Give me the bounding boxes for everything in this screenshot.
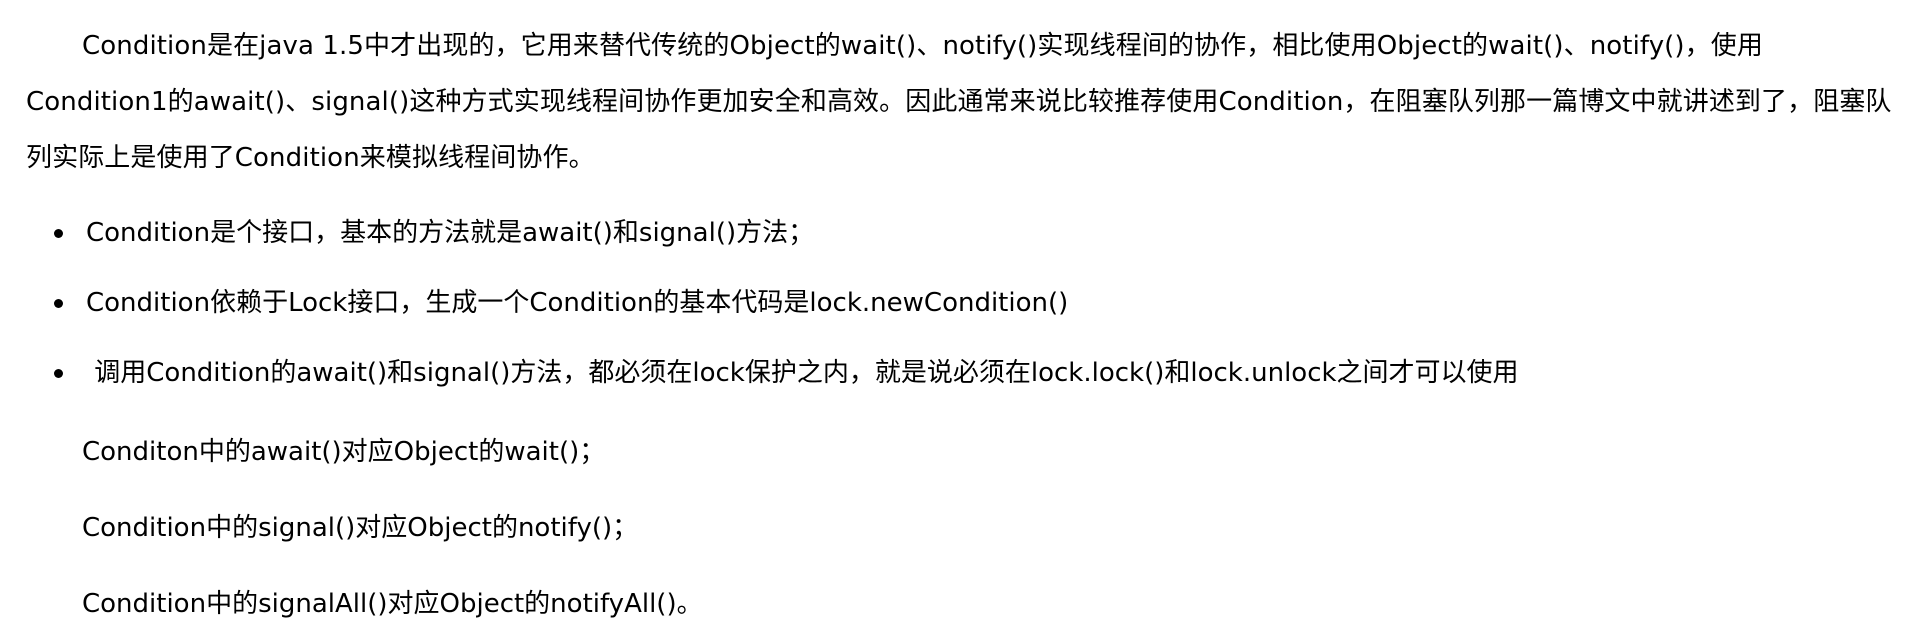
article-body: Condition是在java 1.5中才出现的，它用来替代传统的Object的…	[0, 0, 1916, 619]
mapping-line: Condition中的signalAll()对应Object的notifyAll…	[82, 589, 703, 619]
bullet-dot-icon	[54, 299, 63, 308]
bullet-text: 调用Condition的await()和signal()方法，都必须在lock保…	[86, 358, 1519, 388]
mapping-line: Condition中的signal()对应Object的notify()；	[82, 513, 639, 543]
bullet-list: Condition是个接口，基本的方法就是await()和signal()方法；…	[26, 198, 1896, 408]
intro-paragraph: Condition是在java 1.5中才出现的，它用来替代传统的Object的…	[26, 31, 1892, 173]
bullet-item: Condition依赖于Lock接口，生成一个Condition的基本代码是lo…	[26, 268, 1896, 338]
mapping-line: Conditon中的await()对应Object的wait()；	[82, 437, 606, 467]
bullet-dot-icon	[54, 369, 63, 378]
bullet-text: Condition依赖于Lock接口，生成一个Condition的基本代码是lo…	[86, 288, 1069, 318]
method-mapping-list: Conditon中的await()对应Object的wait()； Condit…	[26, 414, 1896, 642]
bullet-text: Condition是个接口，基本的方法就是await()和signal()方法；	[86, 218, 815, 248]
bullet-item: 调用Condition的await()和signal()方法，都必须在lock保…	[26, 338, 1896, 408]
bullet-item: Condition是个接口，基本的方法就是await()和signal()方法；	[26, 198, 1896, 268]
bullet-dot-icon	[54, 229, 63, 238]
